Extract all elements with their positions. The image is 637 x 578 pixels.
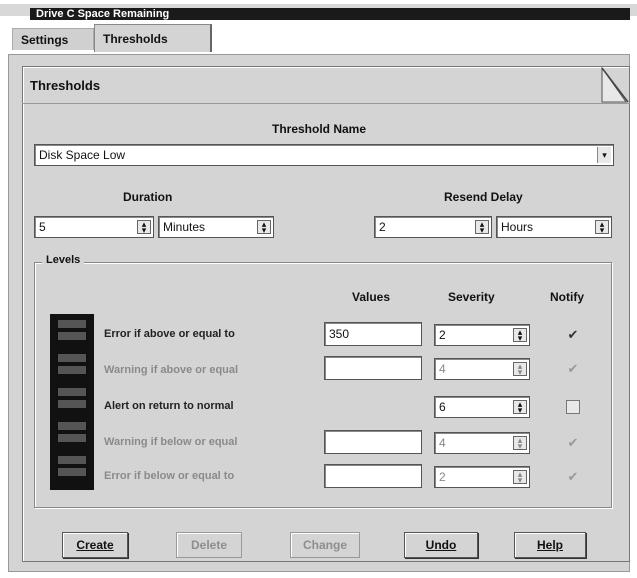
- severity-field-error-below[interactable]: 2 ▴ ▾: [434, 466, 530, 488]
- level-label-warning-above: Warning if above or equal: [104, 364, 239, 376]
- undo-button[interactable]: Undo: [404, 532, 478, 558]
- threshold-name-value: Disk Space Low: [39, 148, 126, 162]
- notify-column-header: Notify: [550, 290, 584, 304]
- value-input-error-below[interactable]: [324, 464, 422, 488]
- level-label-warning-below: Warning if below or equal: [104, 436, 238, 448]
- spin-arrows-icon[interactable]: ▴ ▾: [137, 220, 151, 235]
- panel-title: Thresholds: [30, 78, 101, 93]
- notify-checkbox-error-above[interactable]: ✔: [566, 328, 580, 342]
- delete-button-label: Delete: [190, 538, 228, 552]
- duration-value: 5: [39, 220, 46, 234]
- severity-field-return-normal[interactable]: 6 ▴ ▾: [434, 396, 530, 418]
- threshold-name-dropdown[interactable]: Disk Space Low ▾: [34, 144, 614, 166]
- create-button-label: Create: [76, 538, 114, 552]
- spin-arrows-icon[interactable]: ▴ ▾: [513, 400, 527, 415]
- help-button-label: Help: [536, 538, 563, 552]
- value-input-warning-above[interactable]: [324, 356, 422, 380]
- severity-field-warning-below[interactable]: 4 ▴ ▾: [434, 432, 530, 454]
- spin-arrows-icon[interactable]: ▴ ▾: [257, 220, 271, 235]
- value-error-above: 350: [329, 327, 350, 341]
- levels-group-label: Levels: [42, 254, 85, 266]
- spin-arrows-icon[interactable]: ▴ ▾: [513, 436, 527, 451]
- level-gauge-icon: [50, 314, 94, 490]
- spin-arrows-icon[interactable]: ▴ ▾: [595, 220, 609, 235]
- severity-error-below: 2: [439, 470, 446, 484]
- tab-settings[interactable]: Settings: [12, 28, 94, 50]
- change-button-label: Change: [302, 538, 347, 552]
- severity-error-above: 2: [439, 328, 446, 342]
- title-bar: Drive C Space Remaining: [0, 0, 637, 20]
- delete-button[interactable]: Delete: [176, 532, 242, 558]
- resend-delay-unit: Hours: [501, 220, 534, 234]
- level-label-return-normal: Alert on return to normal: [104, 400, 234, 412]
- duration-unit-field[interactable]: Minutes ▴ ▾: [158, 216, 274, 238]
- tab-thresholds[interactable]: Thresholds: [94, 24, 212, 52]
- value-input-warning-below[interactable]: [324, 430, 422, 454]
- severity-warning-above: 4: [439, 362, 446, 376]
- notify-checkbox-warning-below[interactable]: ✔: [566, 436, 580, 450]
- value-input-error-above[interactable]: 350: [324, 322, 422, 346]
- spin-arrows-icon[interactable]: ▴ ▾: [513, 470, 527, 485]
- help-button[interactable]: Help: [514, 532, 586, 558]
- create-button[interactable]: Create: [62, 532, 128, 558]
- window-title: Drive C Space Remaining: [30, 8, 630, 20]
- resend-delay-unit-field[interactable]: Hours ▴ ▾: [496, 216, 612, 238]
- spin-arrows-icon[interactable]: ▴ ▾: [513, 362, 527, 377]
- notify-checkbox-return-normal[interactable]: [566, 400, 580, 414]
- resend-delay-label: Resend Delay: [444, 190, 523, 204]
- severity-field-warning-above[interactable]: 4 ▴ ▾: [434, 358, 530, 380]
- severity-field-error-above[interactable]: 2 ▴ ▾: [434, 324, 530, 346]
- spin-arrows-icon[interactable]: ▴ ▾: [513, 328, 527, 343]
- threshold-name-label: Threshold Name: [272, 122, 367, 136]
- panel-header: [22, 66, 630, 104]
- resend-delay-value-field[interactable]: 2 ▴ ▾: [374, 216, 492, 238]
- page-fold-icon: [600, 66, 630, 104]
- severity-return-normal: 6: [439, 400, 446, 414]
- duration-unit: Minutes: [163, 220, 206, 234]
- resend-delay-value: 2: [379, 220, 386, 234]
- values-column-header: Values: [352, 290, 391, 304]
- chevron-down-icon[interactable]: ▾: [597, 147, 611, 163]
- change-button[interactable]: Change: [290, 532, 360, 558]
- undo-button-label: Undo: [425, 538, 457, 552]
- level-label-error-below: Error if below or equal to: [104, 470, 235, 482]
- spin-arrows-icon[interactable]: ▴ ▾: [475, 220, 489, 235]
- notify-checkbox-warning-above[interactable]: ✔: [566, 362, 580, 376]
- notify-checkbox-error-below[interactable]: ✔: [566, 470, 580, 484]
- severity-warning-below: 4: [439, 436, 446, 450]
- duration-value-field[interactable]: 5 ▴ ▾: [34, 216, 154, 238]
- level-label-error-above: Error if above or equal to: [104, 328, 235, 340]
- severity-column-header: Severity: [448, 290, 495, 304]
- duration-label: Duration: [123, 190, 173, 204]
